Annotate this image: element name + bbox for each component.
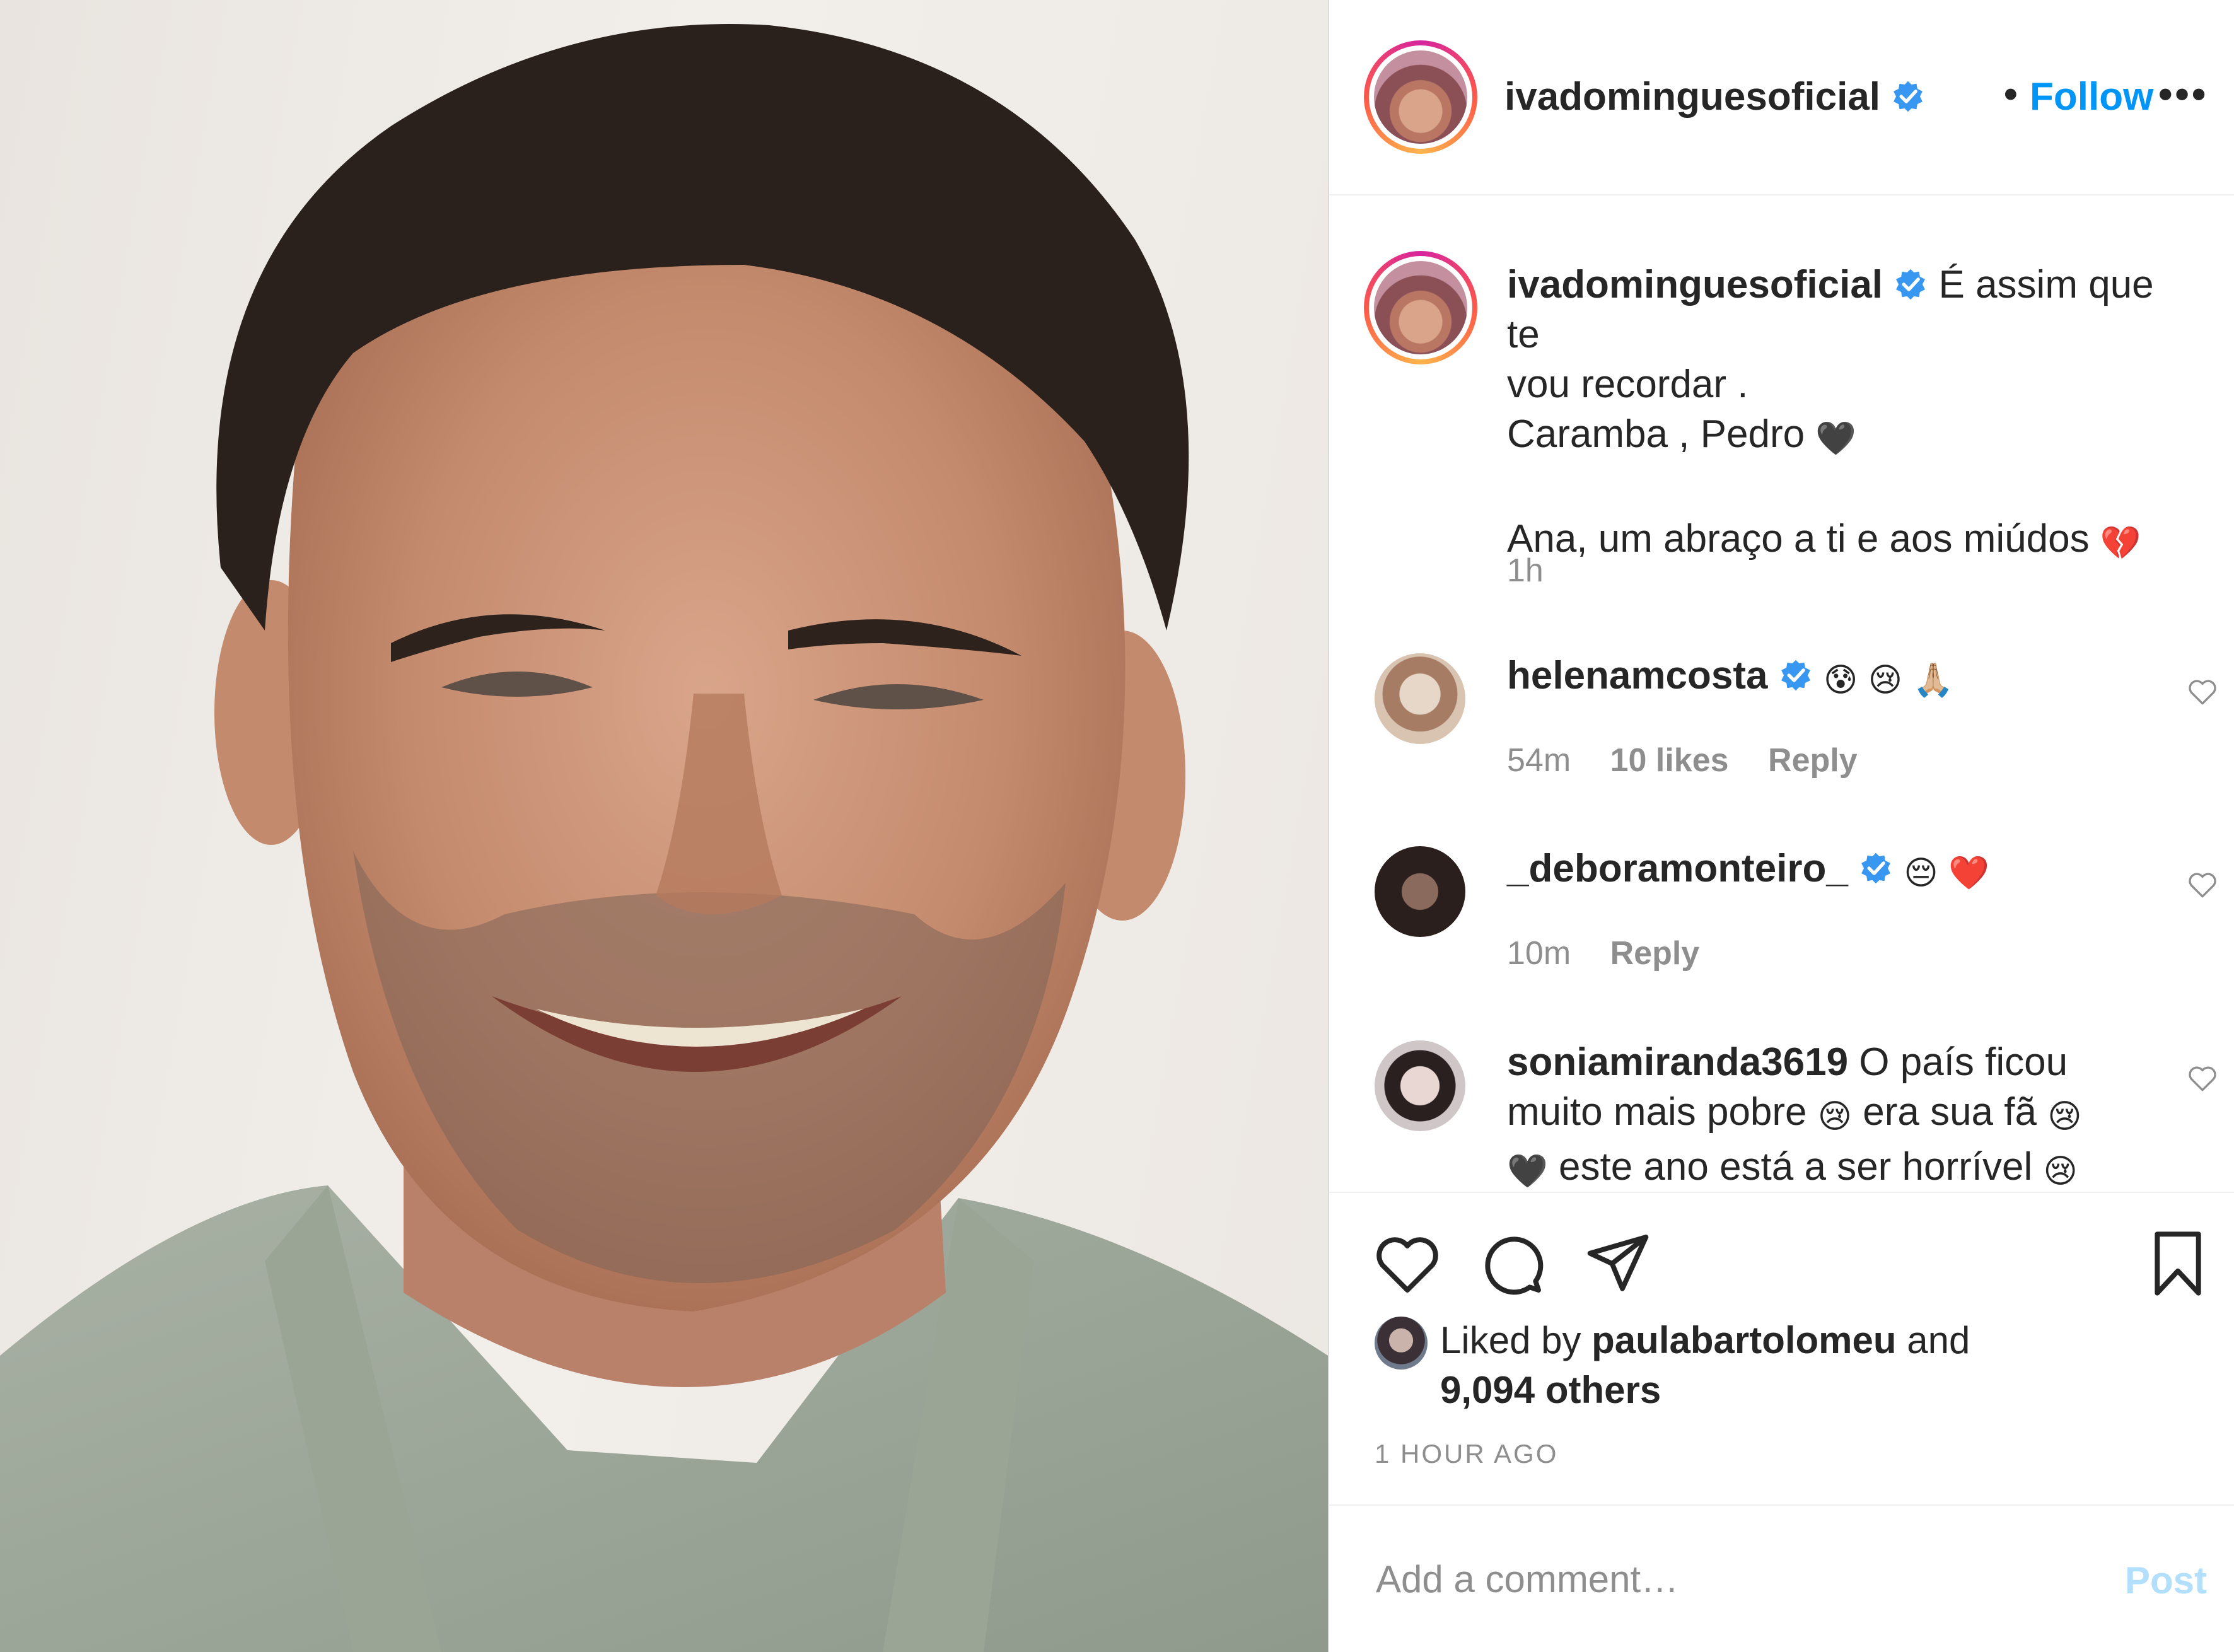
comment-username[interactable]: soniamiranda3619 xyxy=(1507,1040,1848,1084)
black-heart-emoji: 🖤 xyxy=(1815,420,1857,458)
comment-line-1: O país ficou xyxy=(1859,1040,2068,1084)
liker-avatar[interactable] xyxy=(1375,1317,1428,1370)
verified-badge-icon xyxy=(1781,660,1810,691)
portrait-image xyxy=(0,24,1328,1652)
caption-line-4: Ana, um abraço a ti e aos miúdos xyxy=(1507,517,2090,561)
likes-summary: Liked by paulabartolomeu and 9,094 other… xyxy=(1440,1315,2197,1415)
caption-text: ivadominguesoficial É assim que te vou r… xyxy=(1507,260,2182,569)
comment-line-2a: muito mais pobre xyxy=(1507,1090,1807,1134)
like-comment-heart-icon[interactable] xyxy=(2187,676,2218,707)
caption-line-2: vou recordar . xyxy=(1507,363,1748,406)
comment-text: helenamcosta 😰 😢 🙏🏼 xyxy=(1507,651,2182,706)
comment-time[interactable]: 10m xyxy=(1507,935,1571,972)
add-comment-input[interactable] xyxy=(1375,1544,2071,1614)
comment-line-2b: era sua fã xyxy=(1863,1090,2037,1134)
broken-heart-emoji: 💔 xyxy=(2100,525,2141,562)
comment-avatar-soniamiranda[interactable] xyxy=(1375,1040,1465,1131)
crying-face-emoji: 😢 xyxy=(1817,1098,1852,1136)
comment-username[interactable]: helenamcosta xyxy=(1507,654,1768,697)
like-comment-heart-icon[interactable] xyxy=(2187,869,2218,900)
comments-list[interactable]: ivadominguesoficial É assim que te vou r… xyxy=(1329,195,2234,1192)
follow-button[interactable]: Follow xyxy=(2030,74,2153,119)
caption-avatar[interactable] xyxy=(1364,251,1477,364)
reply-button[interactable]: Reply xyxy=(1768,742,1858,779)
comment-line-3: este ano está a ser horrível xyxy=(1558,1145,2033,1189)
verified-badge-icon xyxy=(1894,81,1923,112)
author-avatar-image xyxy=(1374,50,1467,144)
post-side-panel: ivadominguesoficial • Follow ••• ivadomi… xyxy=(1328,0,2234,1652)
comment-meta: 10m Reply xyxy=(1507,934,1730,972)
comment-likes[interactable]: 10 likes xyxy=(1610,742,1729,779)
post-header: ivadominguesoficial • Follow ••• xyxy=(1329,0,2234,195)
caption-line-3: Caramba , Pedro xyxy=(1507,412,1805,456)
post-photo[interactable] xyxy=(0,0,1328,1652)
comment-meta: 54m 10 likes Reply xyxy=(1507,742,1888,779)
header-separator: • xyxy=(2004,73,2018,116)
comment-emojis: 😰 😢 🙏🏼 xyxy=(1823,661,1954,699)
likes-others-count[interactable]: 9,094 others xyxy=(1440,1369,1661,1411)
author-avatar[interactable] xyxy=(1364,40,1477,154)
comment-text: _deboramonteiro_ 😔 ❤️ xyxy=(1507,844,2182,899)
add-comment-bar: Post xyxy=(1329,1504,2234,1652)
comment-icon[interactable] xyxy=(1477,1228,1547,1299)
black-heart-emoji: 🖤 xyxy=(1507,1153,1548,1190)
caption-username[interactable]: ivadominguesoficial xyxy=(1507,263,1883,306)
liked-and: and xyxy=(1907,1319,1970,1361)
crying-face-emoji: 😢 xyxy=(2047,1098,2082,1136)
comment-avatar-helenamcosta[interactable] xyxy=(1375,653,1465,744)
comment-emojis: 😔 ❤️ xyxy=(1904,854,1989,892)
instagram-post: ivadominguesoficial • Follow ••• ivadomi… xyxy=(0,0,2234,1652)
comment-text: soniamiranda3619 O país ficou muito mais… xyxy=(1507,1037,2182,1192)
reply-button[interactable]: Reply xyxy=(1610,935,1700,972)
post-timestamp[interactable]: 1 HOUR AGO xyxy=(1375,1439,1558,1469)
comment-avatar-deboramonteiro[interactable] xyxy=(1375,846,1465,937)
liker-username[interactable]: paulabartolomeu xyxy=(1591,1319,1896,1361)
post-actions: Liked by paulabartolomeu and 9,094 other… xyxy=(1329,1192,2234,1513)
author-username[interactable]: ivadominguesoficial xyxy=(1504,75,1880,119)
verified-badge-icon xyxy=(1896,269,1926,300)
save-bookmark-icon[interactable] xyxy=(2143,1228,2213,1299)
caption-avatar-image xyxy=(1374,261,1467,354)
comment-time[interactable]: 54m xyxy=(1507,742,1571,779)
more-options-icon[interactable]: ••• xyxy=(2158,71,2208,117)
share-icon[interactable] xyxy=(1583,1228,1653,1299)
comment-username[interactable]: _deboramonteiro_ xyxy=(1507,847,1848,890)
crying-face-emoji: 😢 xyxy=(2043,1153,2078,1190)
caption-time[interactable]: 1h xyxy=(1507,552,1544,590)
liked-by-prefix: Liked by xyxy=(1440,1319,1581,1361)
verified-badge-icon xyxy=(1861,852,1891,884)
post-comment-button[interactable]: Post xyxy=(2125,1559,2207,1602)
like-heart-icon[interactable] xyxy=(1372,1228,1443,1299)
like-comment-heart-icon[interactable] xyxy=(2187,1062,2218,1094)
